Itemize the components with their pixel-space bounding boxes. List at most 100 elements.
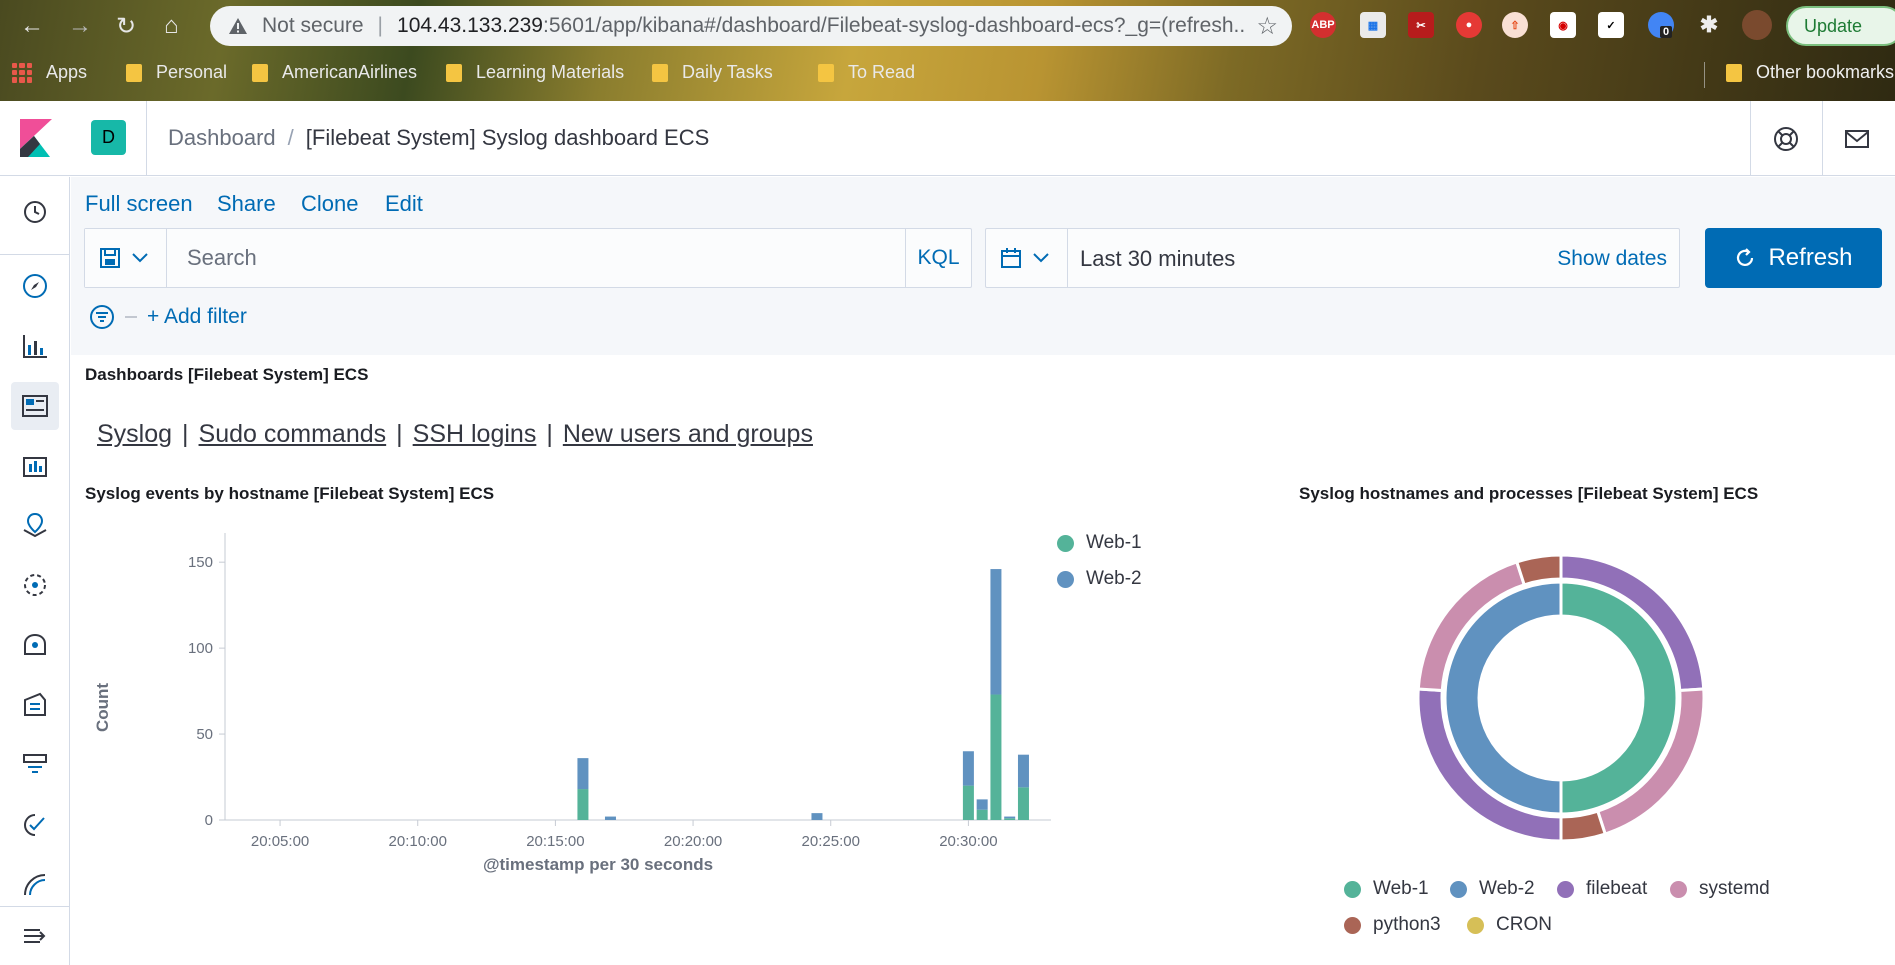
- legend-item-web-1[interactable]: Web-1: [1344, 878, 1429, 900]
- quick-select-menu[interactable]: [986, 229, 1068, 287]
- bookmark-daily-tasks[interactable]: Daily Tasks: [652, 62, 773, 83]
- browser-chrome: ← → ↻ ⌂ Not secure | 104.43.133.239:5601…: [0, 0, 1895, 101]
- chevron-down-icon: [1033, 253, 1049, 263]
- metrics-icon[interactable]: [20, 630, 50, 660]
- x-axis-title: @timestamp per 30 seconds: [483, 855, 713, 874]
- bookmark-learning-materials[interactable]: Learning Materials: [446, 62, 624, 83]
- clone-link[interactable]: Clone: [301, 191, 358, 217]
- x-tick-label: 20:20:00: [664, 833, 722, 850]
- siem-icon[interactable]: [20, 870, 50, 900]
- legend-item-web-2[interactable]: Web-2: [1450, 878, 1535, 900]
- ghostery-extension-icon[interactable]: 0: [1648, 12, 1674, 38]
- bar-segment-web-2: [990, 569, 1002, 695]
- bar-segment-web-1: [990, 694, 1002, 820]
- y-tick-label: 0: [205, 812, 213, 829]
- link-sudo-commands[interactable]: Sudo commands: [199, 420, 387, 449]
- link-new-users-groups[interactable]: New users and groups: [563, 420, 813, 449]
- legend-item-python3[interactable]: python3: [1344, 914, 1441, 936]
- edit-link[interactable]: Edit: [385, 191, 423, 217]
- bookmark-to-read[interactable]: To Read: [818, 62, 915, 83]
- link-ssh-logins[interactable]: SSH logins: [413, 420, 537, 449]
- dashboard-icon[interactable]: [20, 391, 50, 421]
- legend-swatch: [1450, 880, 1467, 898]
- refresh-button[interactable]: Refresh: [1705, 228, 1882, 288]
- nav-divider: [0, 254, 70, 255]
- pdf-extension-icon[interactable]: ✂: [1408, 12, 1434, 38]
- link-syslog[interactable]: Syslog: [97, 420, 172, 449]
- url-text[interactable]: 104.43.133.239:5601/app/kibana#/dashboar…: [397, 14, 1247, 38]
- address-bar[interactable]: Not secure | 104.43.133.239:5601/app/kib…: [210, 6, 1292, 46]
- forward-icon[interactable]: →: [68, 12, 92, 40]
- legend-item-systemd[interactable]: systemd: [1670, 878, 1770, 900]
- expand-nav-icon[interactable]: [20, 921, 50, 951]
- discover-compass-icon[interactable]: [20, 271, 50, 301]
- bar-segment-web-2: [962, 751, 974, 786]
- bookmark-divider: [1704, 62, 1705, 88]
- hide-extension-icon[interactable]: ✓: [1598, 12, 1624, 38]
- warning-icon[interactable]: [228, 16, 248, 36]
- query-bar: KQL: [84, 228, 972, 288]
- bookmark-other[interactable]: Other bookmarks: [1726, 62, 1894, 83]
- sheets-extension-icon[interactable]: ▦: [1360, 12, 1386, 38]
- search-input[interactable]: [169, 229, 889, 287]
- full-screen-link[interactable]: Full screen: [85, 191, 193, 217]
- adblock-plus-icon[interactable]: ABP: [1310, 12, 1336, 38]
- bar-segment-web-2: [1004, 816, 1016, 819]
- add-filter-button[interactable]: + Add filter: [147, 305, 247, 329]
- uptime-icon[interactable]: [20, 810, 50, 840]
- apm-icon[interactable]: [20, 750, 50, 780]
- help-icon[interactable]: [1772, 125, 1800, 153]
- profile-avatar[interactable]: [1742, 10, 1772, 40]
- canvas-icon[interactable]: [20, 450, 50, 480]
- legend-item-cron[interactable]: CRON: [1467, 914, 1552, 936]
- donut-panel-title: Syslog hostnames and processes [Filebeat…: [1299, 484, 1759, 503]
- filter-divider: [125, 316, 137, 318]
- bar-segment-web-1: [962, 785, 974, 820]
- saved-query-menu[interactable]: [85, 229, 167, 287]
- pocket-extension-icon[interactable]: ◉: [1550, 12, 1576, 38]
- bookmark-americanairlines[interactable]: AmericanAirlines: [252, 62, 417, 83]
- machine-learning-icon[interactable]: [20, 570, 50, 600]
- legend-item-web-2[interactable]: Web-2: [1057, 568, 1142, 590]
- filter-icon[interactable]: [89, 304, 115, 330]
- bar-segment-web-2: [811, 813, 823, 820]
- refresh-icon: [1737, 248, 1754, 267]
- back-icon[interactable]: ←: [20, 12, 44, 40]
- show-dates-link[interactable]: Show dates: [1557, 247, 1667, 271]
- date-range-label[interactable]: Last 30 minutes: [1080, 246, 1235, 272]
- y-tick-label: 150: [188, 554, 213, 571]
- bar-segment-web-1: [1017, 787, 1029, 820]
- header-divider: [1822, 101, 1823, 176]
- kibana-logo-icon[interactable]: [20, 119, 52, 157]
- update-button[interactable]: Update: [1786, 6, 1895, 46]
- mail-icon[interactable]: [1843, 125, 1871, 153]
- x-tick-label: 20:25:00: [802, 833, 860, 850]
- legend-swatch: [1557, 880, 1574, 898]
- legend-swatch: [1344, 916, 1361, 934]
- security-label: Not secure: [262, 14, 364, 37]
- bookmark-star-icon[interactable]: ☆: [1256, 12, 1278, 41]
- recent-clock-icon[interactable]: [20, 197, 50, 227]
- share-link[interactable]: Share: [217, 191, 276, 217]
- donut-outer-slice-python3: [1559, 809, 1608, 843]
- kql-language-button[interactable]: KQL: [905, 229, 971, 287]
- space-avatar[interactable]: D: [91, 120, 126, 155]
- logs-icon[interactable]: [20, 690, 50, 720]
- lock-extension-icon[interactable]: ●: [1456, 12, 1482, 38]
- query-bar-area: Full screen Share Clone Edit KQL: [71, 177, 1895, 355]
- legend-item-filebeat[interactable]: filebeat: [1557, 878, 1647, 900]
- y-tick-label: 50: [196, 726, 213, 743]
- legend-item-web-1[interactable]: Web-1: [1057, 532, 1142, 554]
- reload-icon[interactable]: ↻: [116, 12, 136, 41]
- visualize-chart-icon[interactable]: [20, 331, 50, 361]
- apps-grid-icon: [12, 62, 32, 83]
- maps-icon[interactable]: [20, 510, 50, 540]
- bookmark-apps[interactable]: Apps: [12, 62, 87, 83]
- upload-extension-icon[interactable]: ⇧: [1502, 12, 1528, 38]
- breadcrumb-dashboard[interactable]: Dashboard: [168, 125, 276, 151]
- link-separator: |: [182, 420, 189, 448]
- bookmark-personal[interactable]: Personal: [126, 62, 227, 83]
- folder-icon: [818, 63, 834, 82]
- extensions-puzzle-icon[interactable]: ✱: [1696, 12, 1722, 38]
- home-icon[interactable]: ⌂: [164, 12, 179, 40]
